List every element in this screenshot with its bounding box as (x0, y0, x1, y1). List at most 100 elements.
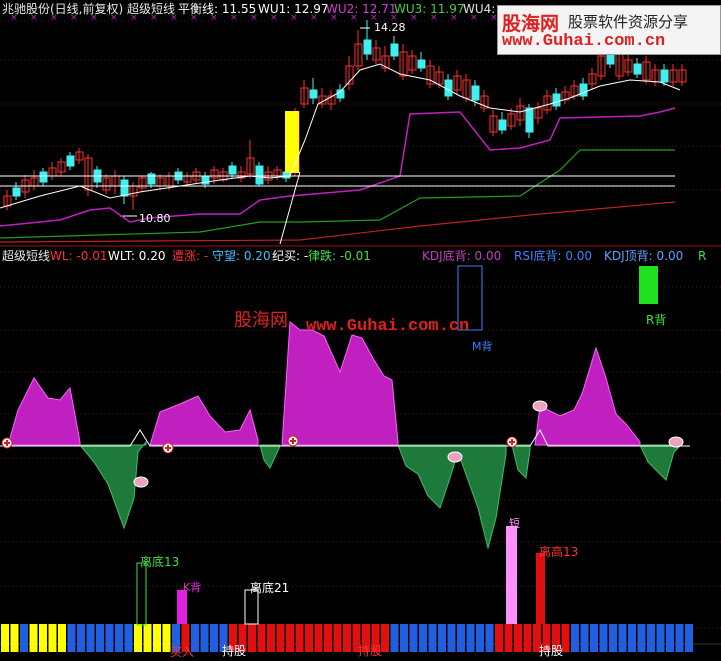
candle-body (363, 39, 372, 55)
wl-negative-area (259, 444, 281, 469)
li-gao-13-label: 离高13 (539, 545, 579, 559)
legend-kdj-bottom: KDJ底背: 0.00 (422, 249, 502, 263)
duan-bar (506, 526, 517, 624)
signal-bar (295, 624, 304, 652)
signal-bar (248, 624, 256, 652)
legend-wu1: WU1: 12.97 (258, 2, 329, 16)
signal-bar (476, 624, 484, 652)
candle-body (255, 165, 264, 185)
signal-bar (276, 624, 285, 652)
price-high-label: 14.28 (374, 21, 406, 34)
signal-bar (343, 624, 351, 652)
legend-wu4: WU4: (463, 2, 496, 16)
signal-bar (466, 624, 475, 652)
signal-bar (39, 624, 47, 652)
candle-body (471, 85, 480, 101)
r-bei-label: R背 (646, 313, 667, 327)
signal-bar (134, 624, 142, 652)
wl-negative-area (511, 444, 531, 480)
signal-bar (618, 624, 627, 652)
big-yellow-candle (285, 111, 299, 173)
li-di-21-label: 离底21 (250, 581, 290, 595)
logo-url: www.Guhai.com.cn (502, 32, 666, 51)
candle-body (12, 187, 21, 197)
legend-lvdie: 律跌: -0.01 (308, 249, 371, 263)
legend-wu3: WU3: 11.97 (394, 2, 465, 16)
signal-bar (96, 624, 104, 652)
signal-bar (48, 624, 57, 652)
buy-label: 买入 (170, 645, 195, 659)
candle-body (66, 155, 75, 167)
signal-bar (495, 624, 503, 652)
signal-bar (447, 624, 456, 652)
sell-marker (447, 451, 463, 463)
candle-body (579, 83, 588, 97)
wl-positive-area (281, 321, 399, 446)
wl-positive-area (7, 377, 81, 446)
legend-jimai: 纪买: - (272, 249, 309, 263)
signal-bar (428, 624, 437, 652)
signal-bar (637, 624, 646, 652)
signal-bar (599, 624, 608, 652)
signal-bar (656, 624, 665, 652)
signal-bar (58, 624, 66, 652)
indicator-name: 超级短线 (2, 249, 51, 263)
signal-bar (485, 624, 494, 652)
legend-wlt: WLT: 0.20 (108, 249, 166, 263)
k-bei-label: K背 (183, 581, 202, 594)
legend-lianzhang: 遭涨: - (172, 249, 209, 263)
signal-bar (504, 624, 513, 652)
candle-body (228, 165, 237, 175)
legend-wl: WL: -0.01 (50, 249, 108, 263)
signal-bar (628, 624, 636, 652)
signal-bar (257, 624, 266, 652)
li-di-13-label: 离底13 (140, 555, 180, 569)
price-low-label: 10.80 (139, 212, 171, 225)
signal-bar (10, 624, 19, 652)
duan-label: 短 (509, 517, 520, 530)
signal-bar (438, 624, 446, 652)
signal-bar-panel (0, 526, 721, 652)
legend-r: R (698, 249, 707, 263)
signal-bar (115, 624, 123, 652)
signal-bar (390, 624, 399, 652)
signal-bar (381, 624, 389, 652)
li-gao-13-bar (536, 553, 545, 624)
signal-bar (1, 624, 9, 652)
hold-label-2: 持股 (358, 644, 383, 658)
legend-shouwang: 守望: 0.20 (212, 249, 271, 263)
signal-bar (124, 624, 133, 652)
signal-bar (20, 624, 28, 652)
signal-bar (153, 624, 161, 652)
signal-bar (29, 624, 38, 652)
hold-label-1: 持股 (222, 644, 247, 658)
k-bei-bar (177, 590, 187, 624)
legend-wu2: WU2: 12.71 (326, 2, 397, 16)
signal-bar (67, 624, 76, 652)
wl-negative-area (639, 444, 681, 481)
signal-bar (419, 624, 427, 652)
signal-bar (267, 624, 275, 652)
wl-positive-area (149, 395, 259, 446)
candle-body (552, 93, 561, 107)
logo-slogan: 股票软件资源分享 (568, 13, 689, 31)
candle-body (120, 179, 129, 197)
signal-bar (590, 624, 598, 652)
candle-body (309, 89, 318, 99)
sell-marker (532, 400, 548, 412)
candle-body (633, 63, 642, 75)
candle-body (660, 69, 669, 83)
li-di-13-bar (136, 562, 147, 626)
signal-bar (675, 624, 684, 652)
m-bei-label: M背 (472, 340, 493, 353)
signal-bar (580, 624, 589, 652)
signal-bar (324, 624, 332, 652)
candle-body (417, 59, 426, 69)
li-di-21-bar (244, 589, 259, 625)
signal-bar (333, 624, 342, 652)
wu2-line (0, 107, 676, 227)
signal-bar (77, 624, 85, 652)
signal-bar (685, 624, 693, 652)
signal-bar (86, 624, 95, 652)
signal-bar (286, 624, 294, 652)
